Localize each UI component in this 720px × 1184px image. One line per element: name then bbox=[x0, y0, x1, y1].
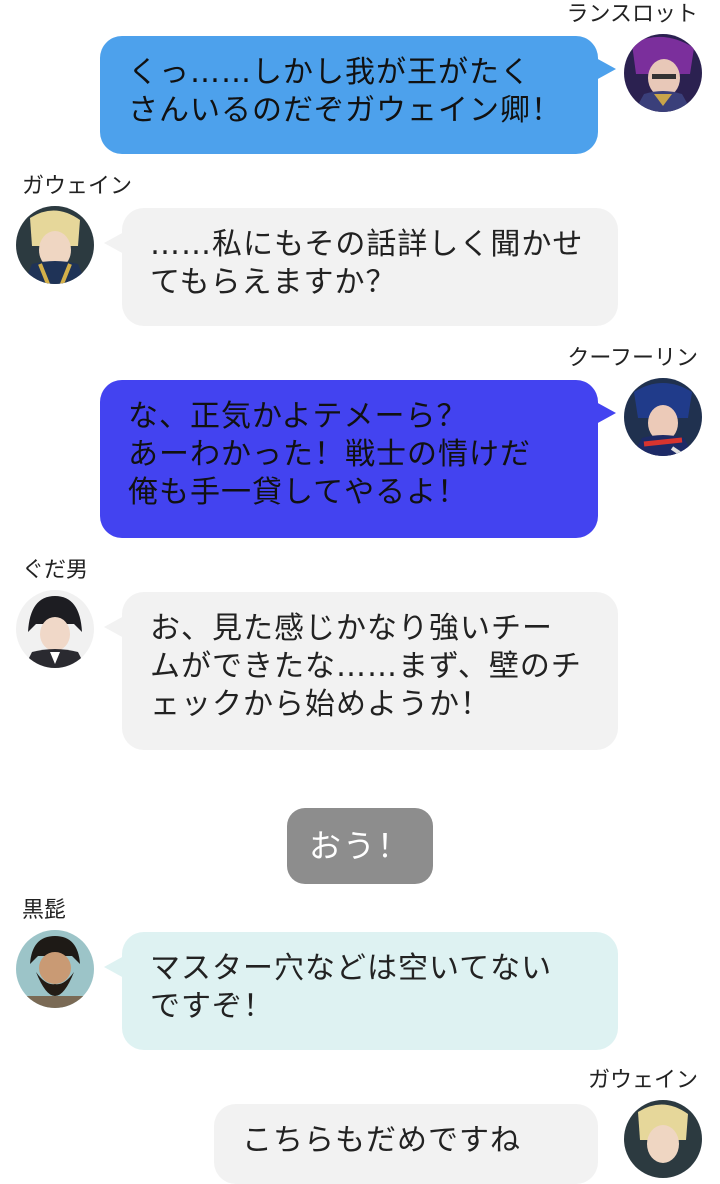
gawain-avatar-icon[interactable] bbox=[16, 206, 94, 284]
gawain-avatar-icon[interactable] bbox=[624, 1100, 702, 1178]
sender-name-blackbeard: 黒髭 bbox=[22, 898, 67, 923]
message-line: ですぞ！ bbox=[150, 989, 274, 1024]
lancelot-avatar-icon[interactable] bbox=[624, 34, 702, 112]
message-bubble-gudao: お、見た感じかなり強いチー ムができたな……まず、壁のチ ェックから始めようか！ bbox=[104, 592, 618, 750]
message-line: 俺も手一貸してやるよ！ bbox=[128, 475, 469, 510]
message-line: さんいるのだぞガウェイン卿！ bbox=[128, 93, 562, 128]
blackbeard-avatar-icon[interactable] bbox=[16, 930, 94, 1008]
message-line: ムができたな……まず、壁のチ bbox=[150, 649, 582, 684]
message-line: こちらもだめですね bbox=[242, 1123, 521, 1158]
message-bubble-blackbeard: マスター穴などは空いてない ですぞ！ bbox=[104, 932, 618, 1050]
message-line: ……私にもその話詳しく聞かせ bbox=[150, 227, 584, 262]
message-line: な、正気かよテメーら？ bbox=[128, 399, 468, 434]
message-bubble-lancelot: くっ……しかし我が王がたく さんいるのだぞガウェイン卿！ bbox=[100, 36, 616, 154]
message-line: お、見た感じかなり強いチー bbox=[150, 611, 553, 646]
sender-name-lancelot: ランスロット bbox=[566, 2, 698, 27]
message-line: あーわかった！戦士の情けだ bbox=[128, 437, 531, 472]
center-reply-bubble: おう！ bbox=[287, 808, 433, 884]
message-line: ェックから始めようか！ bbox=[150, 687, 491, 722]
gudao-avatar-icon[interactable] bbox=[16, 590, 94, 668]
message-line: マスター穴などは空いてない bbox=[150, 951, 553, 986]
message-line: てもらえますか？ bbox=[150, 265, 397, 300]
cu-chulainn-avatar-icon[interactable] bbox=[624, 378, 702, 456]
message-bubble-cu-chulainn: な、正気かよテメーら？ あーわかった！戦士の情けだ 俺も手一貸してやるよ！ bbox=[100, 380, 616, 538]
sender-name-gawain: ガウェイン bbox=[22, 174, 133, 199]
sender-name-gudao: ぐだ男 bbox=[22, 558, 89, 583]
message-line: くっ……しかし我が王がたく bbox=[128, 55, 531, 90]
sender-name-gawain-2: ガウェイン bbox=[587, 1068, 698, 1093]
message-bubble-gawain-2: こちらもだめですね bbox=[214, 1104, 598, 1184]
sender-name-cu-chulainn: クーフーリン bbox=[567, 346, 698, 371]
message-bubble-gawain: ……私にもその話詳しく聞かせ てもらえますか？ bbox=[104, 208, 618, 326]
